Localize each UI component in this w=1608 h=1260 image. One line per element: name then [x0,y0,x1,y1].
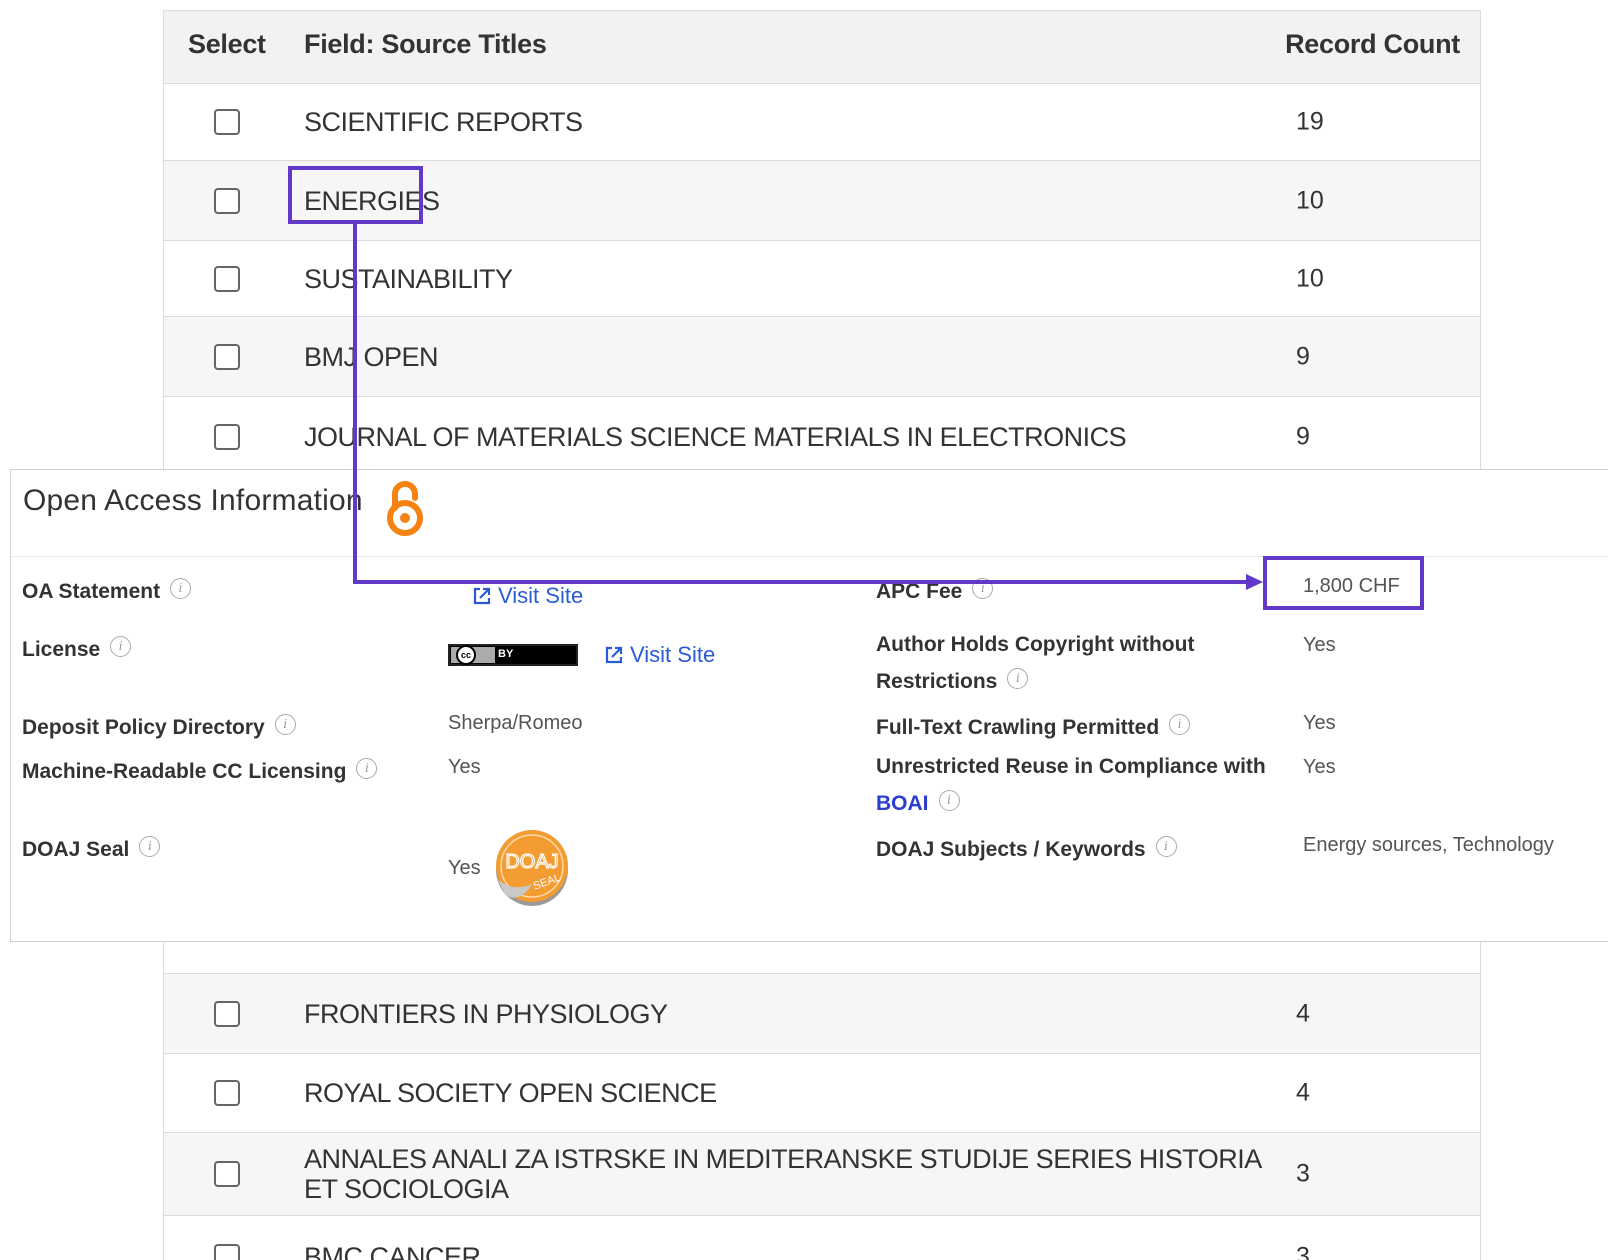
source-title[interactable]: FRONTIERS IN PHYSIOLOGY [304,999,1264,1029]
full-text-crawling-label: Full-Text Crawling Permitted i [876,709,1191,747]
info-icon[interactable]: i [1007,668,1029,689]
unrestricted-reuse-value: Yes [1303,756,1336,778]
cc-icon: cc [456,645,476,665]
row-checkbox[interactable] [214,343,240,370]
info-icon[interactable]: i [139,836,161,857]
info-icon[interactable]: i [170,578,192,599]
source-title[interactable]: SUSTAINABILITY [304,264,1264,294]
info-icon[interactable]: i [356,758,378,779]
source-title[interactable]: SCIENTIFIC REPORTS [304,107,1264,137]
info-icon[interactable]: i [972,578,994,599]
record-count: 4 [1296,999,1310,1027]
oa-statement-visit-site-link[interactable]: Visit Site [472,581,583,611]
doaj-subjects-value: Energy sources, Technology [1303,834,1554,856]
table-row: SUSTAINABILITY 10 [164,241,1480,317]
record-count: 10 [1296,264,1324,292]
author-copyright-label-cont: Restrictions i [876,663,1029,701]
stage: Select Field: Source Titles Record Count… [0,0,1608,1260]
info-icon[interactable]: i [1169,714,1191,735]
table-header: Select Field: Source Titles Record Count [164,11,1480,84]
highlight-box-apc-fee [1263,556,1424,610]
open-access-info-panel: Open Access Information [10,469,1608,942]
license-visit-site-link[interactable]: Visit Site [604,640,715,670]
record-count: 9 [1296,422,1310,450]
source-title[interactable]: BMC CANCER [304,1242,1264,1260]
source-title[interactable]: ENERGIES [304,186,1264,216]
record-count: 19 [1296,107,1324,136]
table-row: FRONTIERS IN PHYSIOLOGY 4 [164,974,1480,1054]
header-select: Select [188,29,266,59]
source-title[interactable]: ROYAL SOCIETY OPEN SCIENCE [304,1078,1264,1108]
info-icon[interactable]: i [1155,836,1177,857]
table-row: ANNALES ANALI ZA ISTRSKE IN MEDITERANSKE… [164,1133,1480,1216]
info-icon[interactable]: i [110,636,132,657]
row-checkbox[interactable] [214,423,240,450]
row-checkbox[interactable] [214,265,240,292]
open-access-lock-icon [387,481,423,536]
table-row: BMJ OPEN 9 [164,317,1480,397]
machine-readable-cc-value: Yes [448,756,481,778]
info-icon[interactable]: i [274,714,296,735]
unrestricted-reuse-label: Unrestricted Reuse in Compliance with [876,755,1266,778]
external-link-icon [605,646,623,664]
record-count: 3 [1296,1242,1310,1260]
deposit-policy-value: Sherpa/Romeo [448,712,583,734]
doaj-subjects-label: DOAJ Subjects / Keywords i [876,831,1177,869]
row-checkbox[interactable] [214,187,240,214]
source-title[interactable]: JOURNAL OF MATERIALS SCIENCE MATERIALS I… [304,422,1264,452]
record-count: 3 [1296,1159,1310,1188]
cc-by-license-badge: cc BY [448,644,578,666]
doaj-seal-label: DOAJ Seal i [22,831,161,869]
table-row: BMC CANCER 3 [164,1216,1480,1260]
table-row: JOURNAL OF MATERIALS SCIENCE MATERIALS I… [164,397,1480,477]
info-icon[interactable]: i [938,790,960,811]
license-label: License i [22,631,132,669]
oa-panel-title: Open Access Information [23,484,363,517]
row-checkbox[interactable] [214,1161,240,1187]
record-count: 9 [1296,342,1310,370]
doaj-seal-value: Yes [448,857,481,879]
row-checkbox[interactable] [214,1244,240,1260]
boai-link[interactable]: BOAI [876,792,929,815]
oa-panel-header: Open Access Information [11,470,1608,557]
oa-statement-label: OA Statement i [22,573,192,611]
highlight-box-energies [288,166,423,224]
apc-fee-label: APC Fee i [876,573,994,611]
author-copyright-value: Yes [1303,634,1336,656]
svg-text:DOAJ: DOAJ [505,851,558,873]
deposit-policy-label: Deposit Policy Directory i [22,709,296,747]
record-count: 10 [1296,186,1324,214]
author-copyright-label: Author Holds Copyright without [876,633,1195,656]
doaj-seal-icon: DOAJ SEAL [496,830,568,906]
source-title[interactable]: ANNALES ANALI ZA ISTRSKE IN MEDITERANSKE… [304,1144,1264,1204]
header-field[interactable]: Field: Source Titles [304,11,547,77]
external-link-icon [473,587,491,605]
row-checkbox[interactable] [214,109,240,135]
table-row: ROYAL SOCIETY OPEN SCIENCE 4 [164,1054,1480,1133]
header-record-count[interactable]: Record Count [1285,11,1460,77]
record-count: 4 [1296,1078,1310,1107]
table-row: SCIENTIFIC REPORTS 19 [164,84,1480,161]
source-title[interactable]: BMJ OPEN [304,342,1264,372]
unrestricted-reuse-label-cont: BOAI i [876,785,960,823]
full-text-crawling-value: Yes [1303,712,1336,734]
row-checkbox[interactable] [214,1000,240,1027]
machine-readable-cc-label: Machine-Readable CC Licensing i [22,753,378,791]
row-checkbox[interactable] [214,1080,240,1106]
cc-by-text: BY [498,648,514,660]
